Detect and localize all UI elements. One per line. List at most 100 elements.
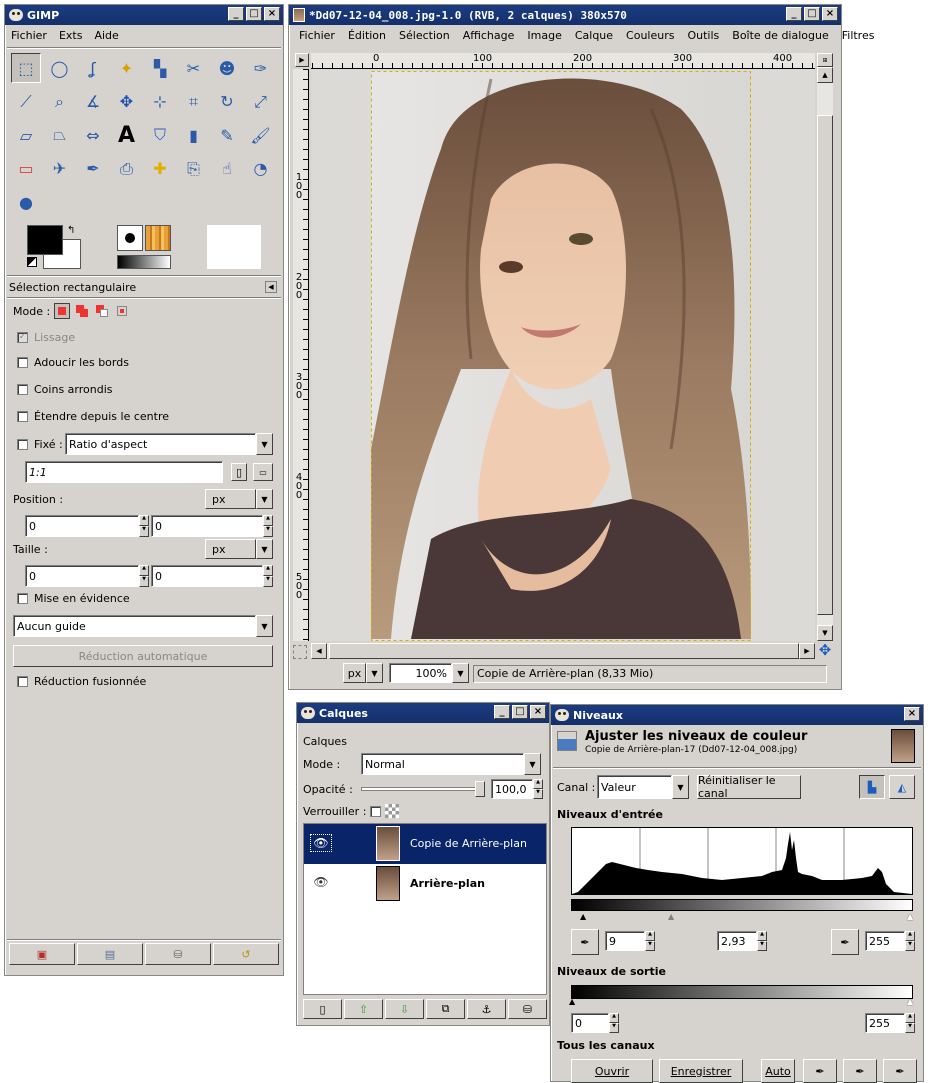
auto-button[interactable]: Auto	[761, 1059, 795, 1083]
menu-edition[interactable]: Édition	[348, 29, 386, 42]
menu-boite-dialogue[interactable]: Boîte de dialogue	[732, 29, 828, 42]
coins-checkbox[interactable]	[17, 384, 28, 395]
opacity-slider-handle[interactable]	[475, 781, 485, 797]
blend-tool-icon[interactable]: ▮	[179, 120, 209, 150]
duplicate-layer-icon[interactable]: ⧉	[426, 999, 465, 1019]
delete-options-icon[interactable]: ⛁	[145, 943, 211, 965]
foreground-color-swatch[interactable]	[27, 225, 63, 255]
eye-icon[interactable]: 👁	[310, 874, 332, 892]
position-y-spin[interactable]: 0 ▲ ▼	[151, 515, 273, 537]
menu-image[interactable]: Image	[527, 29, 561, 42]
opacity-spin[interactable]: 100,0 ▲ ▼	[491, 779, 543, 799]
eraser-tool-icon[interactable]: ▭	[11, 154, 41, 184]
scissors-tool-icon[interactable]: ✂	[179, 53, 209, 83]
fuzzy-select-tool-icon[interactable]: ✦	[112, 53, 142, 83]
landscape-icon[interactable]: ▭	[253, 463, 273, 481]
default-colors-icon[interactable]	[27, 257, 37, 267]
vertical-scrollbar[interactable]: ⊞ ▲ ▼	[817, 53, 833, 641]
pick-gray-icon[interactable]: ✒	[843, 1059, 877, 1083]
airbrush-tool-icon[interactable]: ✈	[45, 154, 75, 184]
pattern-preview[interactable]	[145, 225, 171, 251]
input-high-handle[interactable]: ▲	[907, 912, 913, 921]
taille-unit-dropdown[interactable]: px ▼	[205, 539, 273, 559]
layer-mode-dropdown[interactable]: Normal ▼	[361, 753, 541, 775]
pick-black-point-icon[interactable]: ✒	[571, 929, 599, 955]
layer-row[interactable]: 👁 Arrière-plan	[304, 864, 546, 904]
menu-fichier[interactable]: Fichier	[299, 29, 335, 42]
anchor-layer-icon[interactable]: ⚓	[467, 999, 506, 1019]
perspective-clone-tool-icon[interactable]: ⎘	[179, 154, 209, 184]
free-select-tool-icon[interactable]: ʆ	[78, 53, 108, 83]
paintbrush-tool-icon[interactable]: 🖌	[246, 120, 276, 150]
mode-subtract-icon[interactable]	[94, 303, 110, 319]
image-titlebar[interactable]: *Dd07-12-04_008.jpg-1.0 (RVB, 2 calques)…	[289, 5, 841, 25]
brush-preview[interactable]	[117, 225, 143, 251]
levels-titlebar[interactable]: Niveaux ×	[551, 705, 923, 725]
menu-calque[interactable]: Calque	[575, 29, 613, 42]
position-unit-dropdown[interactable]: px ▼	[205, 489, 273, 509]
reset-channel-button[interactable]: Réinitialiser le canal	[697, 774, 801, 800]
reset-options-icon[interactable]: ↺	[213, 943, 279, 965]
bucket-fill-tool-icon[interactable]: ⛉	[145, 120, 175, 150]
heal-tool-icon[interactable]: ✚	[145, 154, 175, 184]
close-button[interactable]: ×	[530, 705, 546, 719]
open-button[interactable]: Ouvrir	[571, 1059, 653, 1083]
quick-mask-icon[interactable]	[293, 645, 307, 659]
highlight-checkbox[interactable]	[17, 593, 28, 604]
menu-selection[interactable]: Sélection	[399, 29, 450, 42]
menu-exts[interactable]: Exts	[59, 29, 83, 42]
input-gamma-spin[interactable]: 2,93 ▲ ▼	[717, 931, 767, 951]
close-button[interactable]: ×	[904, 707, 920, 721]
crop-tool-icon[interactable]: ⌗	[179, 87, 209, 117]
maximize-button[interactable]: □	[804, 7, 820, 21]
log-histogram-icon[interactable]: ◭	[889, 775, 915, 799]
eye-icon[interactable]: 👁	[310, 834, 332, 852]
opacity-slider[interactable]	[361, 787, 485, 791]
input-high-spin[interactable]: 255 ▲ ▼	[865, 931, 915, 951]
shear-tool-icon[interactable]: ▱	[11, 120, 41, 150]
menu-couleurs[interactable]: Couleurs	[626, 29, 674, 42]
input-low-handle[interactable]: ▲	[580, 912, 586, 921]
tool-options-menu-icon[interactable]: ◀	[265, 281, 277, 293]
output-low-spin[interactable]: 0 ▲ ▼	[571, 1013, 619, 1033]
move-tool-icon[interactable]: ✥	[112, 87, 142, 117]
mode-intersect-icon[interactable]	[114, 303, 130, 319]
layer-row[interactable]: 👁 Copie de Arrière-plan	[304, 824, 546, 864]
maximize-button[interactable]: □	[246, 7, 262, 21]
minimize-button[interactable]: _	[786, 7, 802, 21]
linear-histogram-icon[interactable]: ▙	[859, 775, 885, 799]
scale-tool-icon[interactable]: ⤢	[246, 87, 276, 117]
text-tool-icon[interactable]: A	[112, 120, 142, 150]
guide-dropdown[interactable]: Aucun guide ▼	[13, 615, 273, 637]
close-button[interactable]: ×	[822, 7, 838, 21]
menu-arrow-icon[interactable]: ▶	[295, 53, 309, 67]
ink-tool-icon[interactable]: ✒	[78, 154, 108, 184]
mode-add-icon[interactable]	[74, 303, 90, 319]
shrink-merged-checkbox[interactable]	[17, 676, 28, 687]
pencil-tool-icon[interactable]: ✎	[212, 120, 242, 150]
toolbox-titlebar[interactable]: GIMP _ □ ×	[5, 5, 283, 25]
pick-white-point-icon[interactable]: ✒	[831, 929, 859, 955]
restore-options-icon[interactable]: ▤	[77, 943, 143, 965]
etendre-checkbox[interactable]	[17, 411, 28, 422]
save-button[interactable]: Enregistrer	[659, 1059, 743, 1083]
maximize-button[interactable]: □	[512, 705, 528, 719]
flip-tool-icon[interactable]: ⇔	[78, 120, 108, 150]
input-low-spin[interactable]: 9 ▲ ▼	[605, 931, 655, 951]
gradient-preview[interactable]	[117, 255, 171, 269]
output-high-handle[interactable]: ▲	[907, 997, 913, 1006]
position-x-spin[interactable]: 0 ▲ ▼	[25, 515, 149, 537]
lock-alpha-icon[interactable]	[385, 804, 400, 818]
zoom-nav-icon[interactable]: ⊞	[817, 53, 833, 67]
adoucir-checkbox[interactable]	[17, 357, 28, 368]
delete-layer-icon[interactable]: ⛁	[508, 999, 547, 1019]
image-canvas[interactable]	[311, 69, 815, 641]
ratio-input[interactable]: 1:1	[25, 461, 223, 483]
output-low-handle[interactable]: ▲	[569, 997, 575, 1006]
output-high-spin[interactable]: 255 ▲ ▼	[865, 1013, 915, 1033]
swap-colors-icon[interactable]: ↰	[67, 225, 75, 236]
size-h-spin[interactable]: 0 ▲ ▼	[151, 565, 273, 587]
minimize-button[interactable]: _	[494, 705, 510, 719]
smudge-tool-icon[interactable]: ☝	[212, 154, 242, 184]
pick-white-icon[interactable]: ✒	[883, 1059, 917, 1083]
